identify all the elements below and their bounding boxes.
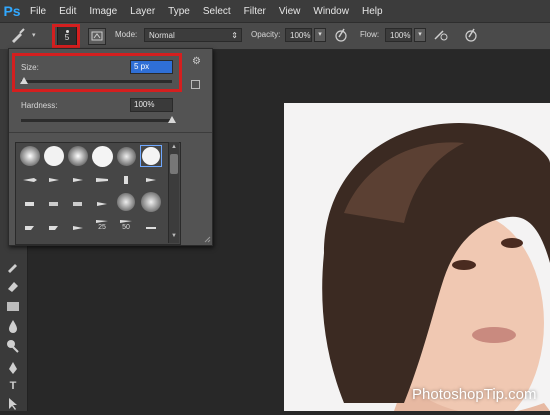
menu-file[interactable]: File — [30, 6, 46, 17]
resize-grip-icon[interactable] — [204, 235, 211, 243]
menu-window[interactable]: Window — [313, 6, 349, 17]
menu-select[interactable]: Select — [203, 6, 231, 17]
brush-preset-label-25: 25 — [98, 223, 106, 231]
photoshop-logo-icon: Ps — [3, 3, 21, 19]
brush-preset-soft-round-2[interactable] — [67, 145, 89, 167]
brush-preset-row4-2[interactable] — [43, 217, 65, 239]
brush-preset-row3-5[interactable] — [115, 191, 137, 213]
menu-help[interactable]: Help — [362, 6, 383, 17]
watermark-text: PhotoshopTip.com — [412, 386, 537, 403]
hardness-slider-track[interactable] — [21, 119, 172, 122]
brush-preset-row4-1[interactable] — [19, 217, 41, 239]
brush-presets-grid: 25 50 — [15, 142, 181, 245]
brush-preset-soft-round-3[interactable] — [115, 145, 137, 167]
blur-tool-icon[interactable] — [5, 319, 21, 333]
brush-preset-hard-round[interactable] — [43, 145, 65, 167]
menu-view[interactable]: View — [279, 6, 301, 17]
pressure-opacity-icon[interactable] — [333, 27, 349, 44]
options-bar: ▾ 5 Mode: Normal ⇕ Opacity: 100% ▾ Flow:… — [0, 22, 550, 50]
mode-dropdown[interactable]: Normal ⇕ — [144, 28, 242, 42]
new-preset-icon[interactable] — [191, 80, 200, 89]
brush-preset-row2-6[interactable] — [140, 169, 162, 191]
brush-preset-row3-1[interactable] — [19, 193, 41, 215]
path-selection-tool-icon[interactable] — [5, 397, 21, 411]
brush-tool-preset-icon[interactable] — [9, 28, 29, 44]
hardness-label: Hardness: — [21, 101, 58, 110]
scrollbar-thumb[interactable] — [170, 154, 178, 174]
flow-slider-button[interactable]: ▾ — [414, 28, 426, 42]
scroll-down-icon[interactable]: ▼ — [170, 233, 178, 239]
highlight-box-size — [12, 53, 182, 92]
flow-input[interactable]: 100% — [385, 28, 412, 42]
brush-preset-row3-3[interactable] — [67, 193, 89, 215]
toggle-brush-panel-icon[interactable] — [88, 28, 106, 45]
eraser-tool-icon[interactable] — [5, 279, 21, 293]
brush-preset-row2-5[interactable] — [115, 169, 137, 191]
pen-tool-icon[interactable] — [5, 361, 21, 375]
hardness-slider-thumb[interactable] — [168, 116, 176, 123]
dodge-tool-icon[interactable] — [5, 339, 21, 353]
scroll-up-icon[interactable]: ▲ — [170, 144, 178, 150]
opacity-label: Opacity: — [251, 30, 281, 39]
menu-layer[interactable]: Layer — [130, 6, 155, 17]
chevron-updown-icon: ⇕ — [231, 31, 238, 40]
brush-preset-25[interactable]: 25 — [91, 213, 113, 235]
canvas-photo[interactable] — [284, 103, 550, 411]
brush-preset-row4-6[interactable] — [140, 217, 162, 239]
brush-preset-row3-2[interactable] — [43, 193, 65, 215]
brush-preset-row2-2[interactable] — [43, 169, 65, 191]
brush-preset-row2-3[interactable] — [67, 169, 89, 191]
menu-type[interactable]: Type — [168, 6, 190, 17]
chevron-down-icon[interactable]: ▾ — [32, 31, 38, 39]
divider — [9, 132, 212, 133]
brush-preset-row4-3[interactable] — [67, 217, 89, 239]
brush-preset-soft-round[interactable] — [19, 145, 41, 167]
flow-label: Flow: — [360, 30, 380, 39]
brush-preset-50[interactable]: 50 — [115, 213, 137, 235]
type-tool-icon[interactable]: T — [5, 379, 21, 393]
menu-edit[interactable]: Edit — [59, 6, 76, 17]
brush-preset-row3-4[interactable] — [91, 193, 113, 215]
brush-presets-scrollbar[interactable]: ▲ ▼ — [168, 142, 179, 243]
brush-preset-row2-4[interactable] — [91, 169, 113, 191]
brush-preset-label-50: 50 — [122, 223, 130, 231]
portrait-photo — [322, 123, 550, 411]
brush-preset-selected[interactable] — [140, 145, 162, 167]
opacity-input[interactable]: 100% — [285, 28, 312, 42]
airbrush-icon[interactable] — [432, 27, 450, 44]
menu-bar: Ps File Edit Image Layer Type Select Fil… — [0, 0, 550, 22]
pressure-size-icon[interactable] — [463, 27, 479, 44]
highlight-box-brush-size — [52, 24, 80, 48]
brush-preset-row3-6[interactable] — [140, 191, 162, 213]
mode-label: Mode: — [115, 30, 138, 39]
opacity-slider-button[interactable]: ▾ — [314, 28, 326, 42]
mode-value: Normal — [149, 31, 175, 40]
settings-gear-icon[interactable]: ⚙ — [192, 56, 204, 68]
brush-preset-hard-round-2[interactable] — [91, 145, 113, 167]
hardness-input[interactable]: 100% — [130, 98, 173, 112]
menu-image[interactable]: Image — [89, 6, 117, 17]
brush-preset-row2-1[interactable] — [19, 169, 41, 191]
gradient-tool-icon[interactable] — [5, 299, 21, 313]
menu-filter[interactable]: Filter — [244, 6, 266, 17]
brush-tool-icon[interactable] — [5, 259, 21, 273]
